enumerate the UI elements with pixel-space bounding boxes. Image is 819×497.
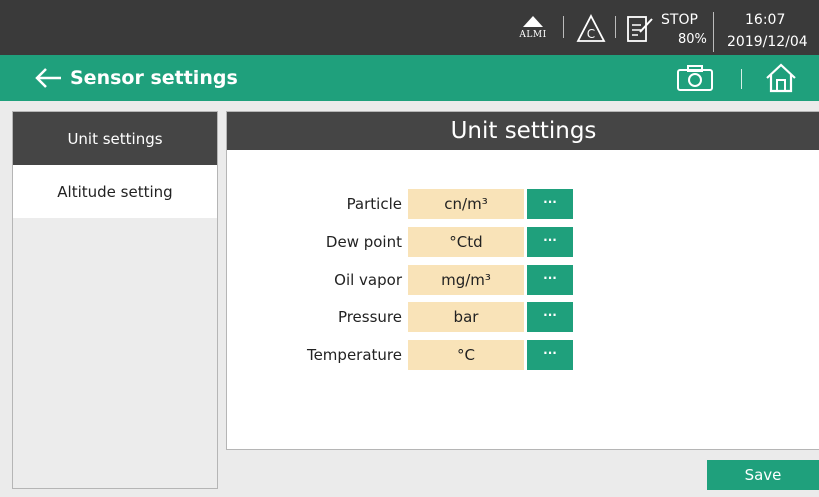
- setting-value[interactable]: cn/m³: [408, 189, 524, 219]
- more-options-button[interactable]: ···: [527, 302, 573, 332]
- setting-label: Dew point: [325, 233, 402, 251]
- svg-text:C: C: [587, 27, 595, 41]
- setting-value[interactable]: mg/m³: [408, 265, 524, 295]
- setting-label: Oil vapor: [334, 271, 402, 289]
- more-options-button[interactable]: ···: [527, 265, 573, 295]
- page-title: Sensor settings: [70, 67, 238, 89]
- status-bar: ALMI C STOP 80% 16:07 2019/12/04: [0, 0, 819, 55]
- status-divider: [615, 16, 616, 38]
- clock-time: 16:07: [745, 12, 786, 28]
- setting-value[interactable]: °Ctd: [408, 227, 524, 257]
- more-options-button[interactable]: ···: [527, 227, 573, 257]
- alarm-indicator[interactable]: ALMI: [516, 16, 550, 46]
- clock-date: 2019/12/04: [727, 34, 808, 50]
- battery-level: 80%: [678, 32, 707, 47]
- setting-value[interactable]: bar: [408, 302, 524, 332]
- setting-label: Temperature: [306, 346, 402, 364]
- warning-icon[interactable]: C: [576, 14, 606, 44]
- status-divider: [713, 12, 714, 52]
- back-arrow-icon[interactable]: [33, 65, 63, 91]
- alarm-icon: [523, 16, 543, 27]
- panel-title: Unit settings: [227, 112, 819, 150]
- unit-settings-panel: Unit settings Particle cn/m³ ··· Dew poi…: [226, 111, 819, 450]
- alarm-label: ALMI: [519, 30, 547, 40]
- sidebar-item-label: Altitude setting: [57, 182, 173, 201]
- setting-label: Pressure: [337, 308, 402, 326]
- setting-row-temperature: Temperature °C ···: [227, 340, 819, 370]
- save-button[interactable]: Save: [707, 460, 819, 490]
- header-divider: [741, 69, 742, 89]
- setting-row-pressure: Pressure bar ···: [227, 302, 819, 332]
- sidebar-item-label: Unit settings: [67, 129, 163, 148]
- sidebar: Unit settings Altitude setting: [12, 111, 218, 489]
- setting-row-oil-vapor: Oil vapor mg/m³ ···: [227, 265, 819, 295]
- setting-row-dew-point: Dew point °Ctd ···: [227, 227, 819, 257]
- more-options-button[interactable]: ···: [527, 340, 573, 370]
- sidebar-item-unit-settings[interactable]: Unit settings: [13, 112, 217, 165]
- status-divider: [563, 16, 564, 38]
- setting-row-particle: Particle cn/m³ ···: [227, 189, 819, 219]
- more-options-button[interactable]: ···: [527, 189, 573, 219]
- sidebar-item-altitude-setting[interactable]: Altitude setting: [13, 165, 217, 218]
- setting-label: Particle: [346, 195, 402, 213]
- setting-value[interactable]: °C: [408, 340, 524, 370]
- note-icon[interactable]: [626, 14, 660, 44]
- app-header: Sensor settings: [0, 55, 819, 101]
- camera-icon[interactable]: [676, 64, 714, 92]
- machine-state: STOP: [661, 12, 698, 28]
- home-icon[interactable]: [764, 62, 798, 94]
